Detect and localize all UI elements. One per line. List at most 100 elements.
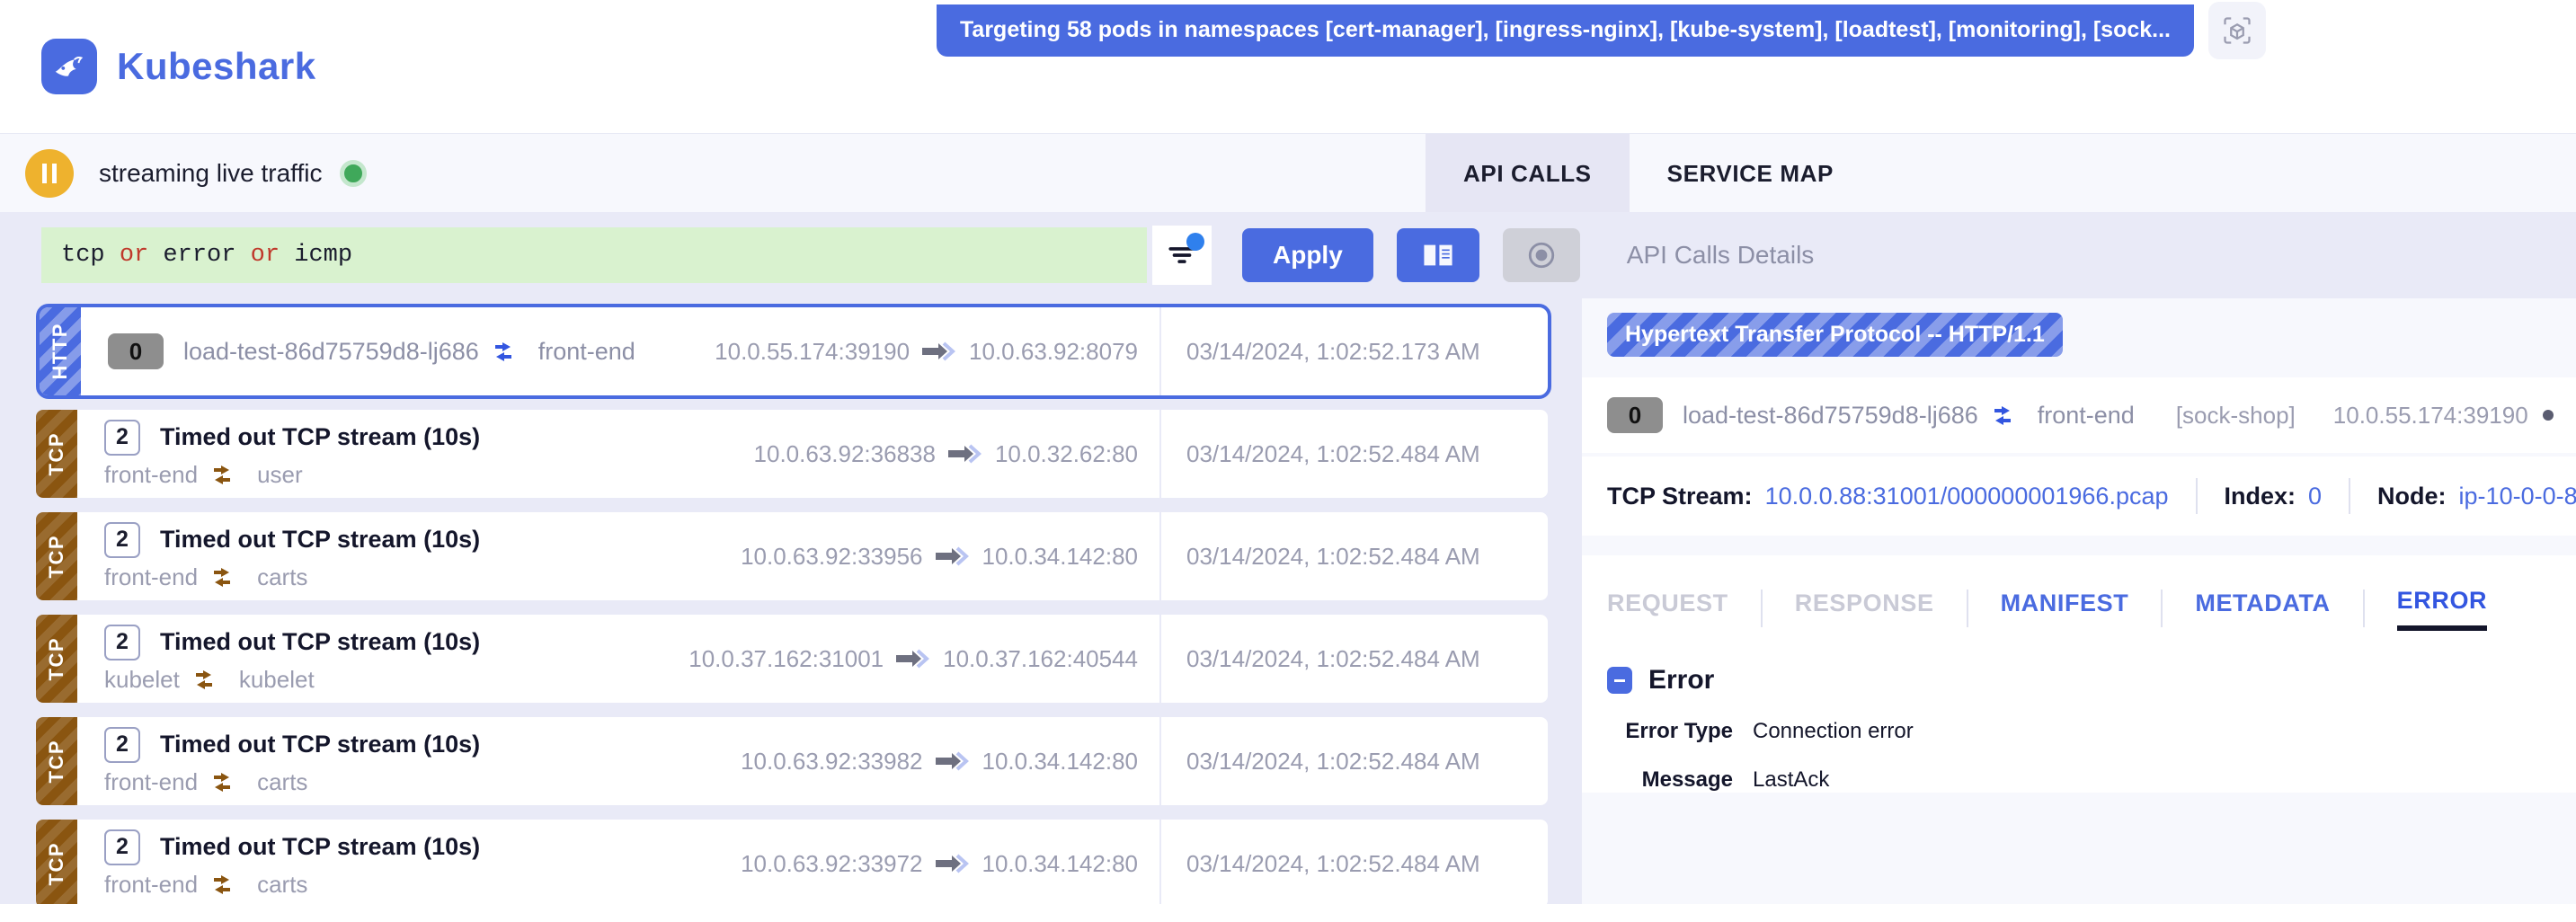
table-row[interactable]: TCP 2 Timed out TCP stream (10s) front-e… (36, 512, 1548, 600)
arrow-right-icon (936, 546, 970, 566)
detail-bullet-icon (2543, 410, 2554, 421)
entry-addresses: 10.0.63.92:33982 10.0.34.142:80 (685, 717, 1161, 805)
book-icon[interactable] (1397, 228, 1479, 282)
entry-src-addr: 10.0.37.162:31001 (688, 645, 884, 673)
protocol-label: TCP (45, 535, 68, 579)
bidirectional-arrow-icon (212, 772, 243, 792)
entry-timestamp: 03/14/2024, 1:02:52.484 AM (1161, 410, 1548, 498)
table-row[interactable]: TCP 2 Timed out TCP stream (10s) front-e… (36, 820, 1548, 904)
filter-icon[interactable] (1152, 226, 1212, 285)
entry-dst: carts (257, 768, 307, 796)
detail-dst: front-end (2038, 402, 2135, 430)
tab-error[interactable]: ERROR (2397, 587, 2488, 631)
cube-scan-icon[interactable] (2208, 2, 2266, 59)
protocol-label: TCP (45, 637, 68, 681)
protocol-badge: TCP (36, 410, 77, 498)
protocol-badge: TCP (36, 615, 77, 703)
detail-protocol-label: Hypertext Transfer Protocol -- HTTP/1.1 (1607, 313, 2063, 357)
arrow-right-icon (922, 341, 956, 361)
entry-summary: Timed out TCP stream (10s) (160, 731, 480, 758)
tab-manifest[interactable]: MANIFEST (2001, 590, 2129, 628)
entry-main: 2 Timed out TCP stream (10s) front-end c… (77, 820, 685, 904)
query-token: icmp (294, 242, 352, 269)
count-chip: 2 (104, 625, 140, 660)
tab-metadata[interactable]: METADATA (2195, 590, 2330, 628)
entry-timestamp: 03/14/2024, 1:02:52.484 AM (1161, 717, 1548, 805)
entry-timestamp: 03/14/2024, 1:02:52.484 AM (1161, 615, 1548, 703)
entry-main: 2 Timed out TCP stream (10s) front-end c… (77, 717, 685, 805)
tab-service-map[interactable]: SERVICE MAP (1630, 134, 1871, 213)
count-chip: 2 (104, 727, 140, 763)
table-row[interactable]: TCP 2 Timed out TCP stream (10s) kubelet… (36, 615, 1548, 703)
entry-src-addr: 10.0.55.174:39190 (715, 338, 910, 366)
main-body: HTTP 0 load-test-86d75759d8-lj686 front-… (0, 298, 2576, 904)
entry-dst: kubelet (239, 666, 315, 694)
table-row[interactable]: TCP 2 Timed out TCP stream (10s) front-e… (36, 410, 1548, 498)
query-token: tcp (61, 242, 105, 269)
entry-addresses: 10.0.63.92:33956 10.0.34.142:80 (685, 512, 1161, 600)
entry-main: 2 Timed out TCP stream (10s) kubelet kub… (77, 615, 685, 703)
app-header: Kubeshark Targeting 58 pods in namespace… (0, 0, 2576, 133)
entry-addresses: 10.0.63.92:36838 10.0.32.62:80 (685, 410, 1161, 498)
entry-dst-addr: 10.0.34.142:80 (982, 543, 1139, 571)
entry-summary: Timed out TCP stream (10s) (160, 423, 480, 451)
record-icon[interactable] (1503, 228, 1580, 282)
list-item: Error Type Connection error (1607, 719, 2576, 744)
entry-src-addr: 10.0.63.92:33982 (741, 748, 922, 776)
targeting-banner[interactable]: Targeting 58 pods in namespaces [cert-ma… (937, 4, 2194, 57)
table-row[interactable]: TCP 2 Timed out TCP stream (10s) front-e… (36, 717, 1548, 805)
entry-src: front-end (104, 461, 198, 489)
query-token: error (163, 242, 235, 269)
entry-main: 2 Timed out TCP stream (10s) front-end c… (77, 512, 685, 600)
entry-src-addr: 10.0.63.92:33956 (741, 543, 922, 571)
bidirectional-arrow-icon (212, 874, 243, 894)
entries-list[interactable]: HTTP 0 load-test-86d75759d8-lj686 front-… (0, 298, 1575, 904)
collapse-minus-icon[interactable] (1607, 667, 1632, 694)
error-type-label: Error Type (1607, 719, 1733, 744)
divider (2363, 590, 2365, 627)
bidirectional-arrow-icon (212, 567, 243, 587)
node-link[interactable]: ip-10-0-0-88. (2459, 483, 2576, 510)
arrow-right-icon (936, 854, 970, 873)
detail-protocol-pill: Hypertext Transfer Protocol -- HTTP/1.1 (1607, 313, 2063, 357)
entry-dst-addr: 10.0.34.142:80 (982, 850, 1139, 878)
query-input[interactable]: tcp or error or icmp (41, 227, 1147, 283)
arrow-right-icon (936, 751, 970, 771)
entry-timestamp: 03/14/2024, 1:02:52.484 AM (1161, 820, 1548, 904)
entry-dst-addr: 10.0.34.142:80 (982, 748, 1139, 776)
details-panel: Hypertext Transfer Protocol -- HTTP/1.1 … (1582, 298, 2576, 904)
targeting-area: Targeting 58 pods in namespaces [cert-ma… (937, 2, 2266, 59)
filter-toolbar: tcp or error or icmp Apply API Calls Det… (0, 212, 2576, 298)
apply-button[interactable]: Apply (1242, 228, 1373, 282)
status-chip: 0 (108, 333, 164, 369)
table-row[interactable]: HTTP 0 load-test-86d75759d8-lj686 front-… (40, 307, 1548, 395)
tcp-stream-link[interactable]: 10.0.0.88:31001/000000001966.pcap (1765, 483, 2169, 510)
entry-main: 2 Timed out TCP stream (10s) front-end u… (77, 410, 685, 498)
query-keyword: or (120, 242, 148, 269)
pane-divider[interactable] (1575, 298, 1582, 904)
entry-summary: Timed out TCP stream (10s) (160, 833, 480, 861)
bidirectional-arrow-icon (194, 669, 225, 689)
status-badge (340, 160, 367, 187)
tab-response: RESPONSE (1795, 590, 1934, 628)
entry-summary: Timed out TCP stream (10s) (160, 526, 480, 554)
entry-src-addr: 10.0.63.92:36838 (754, 440, 936, 468)
entry-dst-addr: 10.0.37.162:40544 (943, 645, 1138, 673)
protocol-badge: HTTP (40, 307, 81, 395)
entry-dst-addr: 10.0.32.62:80 (995, 440, 1138, 468)
entry-addresses: 10.0.55.174:39190 10.0.63.92:8079 (685, 307, 1161, 395)
shark-logo-icon (41, 39, 97, 94)
tab-api-calls[interactable]: API CALLS (1426, 134, 1630, 213)
count-chip: 2 (104, 522, 140, 558)
status-chip: 0 (1607, 397, 1663, 433)
bidirectional-arrow-icon (1993, 405, 2023, 425)
pause-icon[interactable] (25, 149, 74, 198)
main-tabs: API CALLS SERVICE MAP (1426, 134, 1871, 213)
entry-src: kubelet (104, 666, 180, 694)
detail-summary-row: 0 load-test-86d75759d8-lj686 front-end [… (1582, 377, 2576, 453)
error-type-value: Connection error (1753, 719, 1914, 744)
query-keyword: or (251, 242, 280, 269)
entry-dst-addr: 10.0.63.92:8079 (969, 338, 1138, 366)
entry-src-addr: 10.0.63.92:33972 (741, 850, 922, 878)
protocol-badge: TCP (36, 820, 77, 904)
